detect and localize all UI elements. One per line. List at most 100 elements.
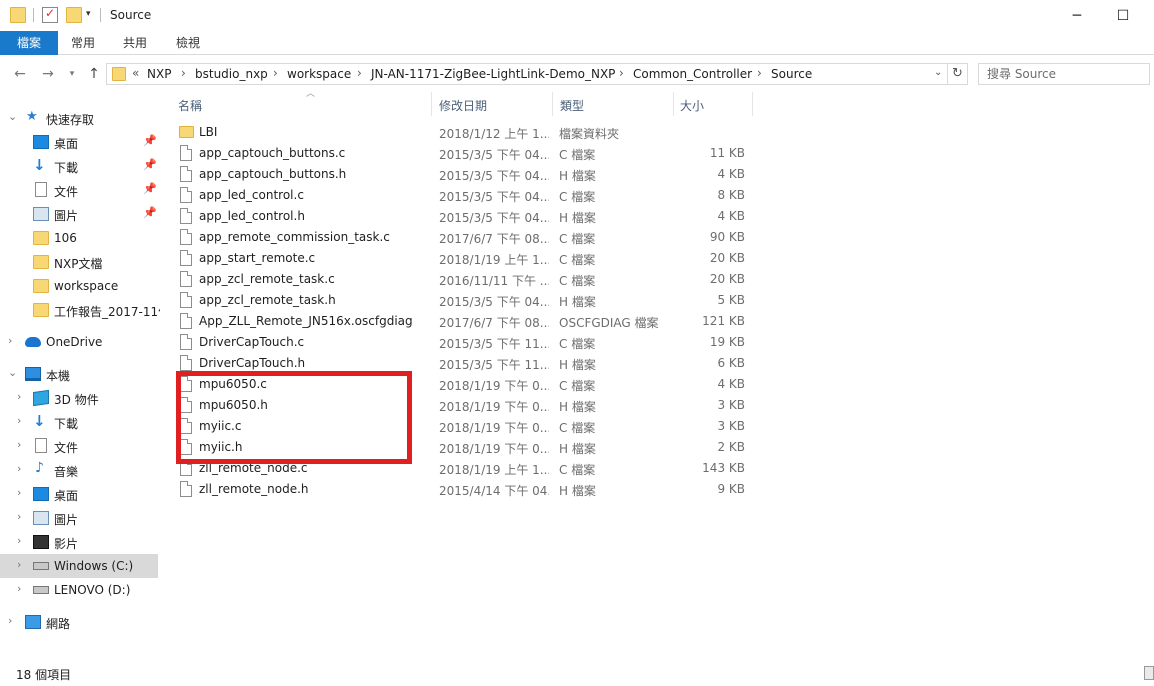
file-row[interactable]: LBI 2018/1/12 上午 1... 檔案資料夾 xyxy=(172,122,762,143)
file-row[interactable]: app_zcl_remote_task.c 2016/11/11 下午 ... C … xyxy=(172,269,762,290)
expand-chevron-icon[interactable]: › xyxy=(17,414,27,427)
sidebar-item-desktop[interactable]: 桌面 📌 xyxy=(0,130,158,154)
sidebar-item-this-pc[interactable]: ⌄ 本機 xyxy=(0,362,158,386)
breadcrumb-common-controller[interactable]: Common_Controller xyxy=(633,67,752,81)
file-date: 2018/1/19 上午 1... xyxy=(439,463,549,477)
search-box[interactable] xyxy=(978,63,1150,85)
computer-icon xyxy=(25,367,41,381)
address-dropdown-chevron-icon[interactable]: ⌄ xyxy=(934,67,942,78)
expand-chevron-icon[interactable]: › xyxy=(8,334,18,347)
sidebar-item-drive-d[interactable]: › LENOVO (D:) xyxy=(0,578,158,602)
file-size: 11 KB xyxy=(709,146,745,160)
file-row[interactable]: app_captouch_buttons.c 2015/3/5 下午 04... C… xyxy=(172,143,762,164)
file-row[interactable]: app_led_control.c 2015/3/5 下午 04... C 檔案 8 … xyxy=(172,185,762,206)
up-arrow-icon[interactable]: ↑ xyxy=(84,64,104,84)
file-row[interactable]: app_start_remote.c 2018/1/19 上午 1... C 檔案 2… xyxy=(172,248,762,269)
sidebar-item-workspace[interactable]: workspace xyxy=(0,274,158,298)
properties-icon[interactable]: ✓ xyxy=(42,6,58,23)
search-input[interactable] xyxy=(979,64,1149,84)
file-name: LBI xyxy=(199,125,218,139)
tab-home[interactable]: 常用 xyxy=(58,31,108,55)
expand-chevron-icon[interactable]: › xyxy=(17,582,27,595)
breadcrumb-demo[interactable]: JN-AN-1171-ZigBee-LightLink-Demo_NXP xyxy=(371,67,615,81)
sidebar-item-network[interactable]: › 網路 xyxy=(0,610,158,634)
breadcrumb-overflow[interactable]: « xyxy=(132,66,139,80)
breadcrumb-workspace[interactable]: workspace xyxy=(287,67,351,81)
sidebar-item-pc-pictures[interactable]: › 圖片 xyxy=(0,506,158,530)
sidebar-item-label: 圖片 xyxy=(54,513,79,527)
refresh-icon[interactable]: ↻ xyxy=(948,63,968,85)
file-date: 2015/3/5 下午 04... xyxy=(439,190,549,204)
sidebar-item-documents[interactable]: 文件 📌 xyxy=(0,178,158,202)
cloud-icon xyxy=(25,337,41,347)
expand-chevron-icon[interactable]: › xyxy=(8,614,18,627)
file-name: DriverCapTouch.c xyxy=(199,335,305,349)
expand-chevron-icon[interactable]: › xyxy=(17,534,27,547)
file-row[interactable]: App_ZLL_Remote_JN516x.oscfgdiag 2017/6/7 … xyxy=(172,311,762,332)
annotation-highlight-box xyxy=(176,371,412,464)
file-type: H 檔案 xyxy=(559,295,596,309)
tab-share[interactable]: 共用 xyxy=(110,31,160,55)
column-header-name[interactable]: ︿ 名稱 xyxy=(172,89,430,116)
sidebar-item-videos[interactable]: › 影片 xyxy=(0,530,158,554)
file-row[interactable]: app_remote_commission_task.c 2017/6/7 下午 … xyxy=(172,227,762,248)
sidebar-item-106[interactable]: 106 xyxy=(0,226,158,250)
details-view-icon[interactable] xyxy=(1144,666,1154,680)
expand-chevron-icon[interactable]: › xyxy=(17,462,27,475)
file-row[interactable]: DriverCapTouch.c 2015/3/5 下午 11... C 檔案 19 … xyxy=(172,332,762,353)
file-size: 4 KB xyxy=(717,167,745,181)
sidebar-item-quick-access[interactable]: ⌄ ★ 快速存取 xyxy=(0,106,158,130)
sidebar-item-pc-documents[interactable]: › 文件 xyxy=(0,434,158,458)
file-size: 6 KB xyxy=(717,356,745,370)
download-arrow-icon: ↓ xyxy=(33,156,46,174)
close-button[interactable] xyxy=(1146,0,1154,31)
sidebar-item-pictures[interactable]: 圖片 📌 xyxy=(0,202,158,226)
new-folder-icon[interactable] xyxy=(66,7,82,23)
expand-chevron-icon[interactable]: › xyxy=(17,486,27,499)
recent-locations-chevron-icon[interactable]: ▾ xyxy=(62,64,82,84)
file-date: 2015/3/5 下午 04... xyxy=(439,169,549,183)
sidebar-item-pc-desktop[interactable]: › 桌面 xyxy=(0,482,158,506)
column-header-size[interactable]: 大小 xyxy=(674,92,752,116)
tab-file[interactable]: 檔案 xyxy=(0,31,58,55)
file-icon xyxy=(180,229,192,245)
address-bar[interactable]: « NXP › bstudio_nxp › workspace › JN-AN-… xyxy=(106,63,948,85)
sidebar-item-onedrive[interactable]: › OneDrive xyxy=(0,330,158,354)
minimize-button[interactable]: ─ xyxy=(1054,0,1100,31)
sidebar-item-work-report[interactable]: 工作報告_2017-11份 xyxy=(0,298,160,322)
file-row[interactable]: app_led_control.h 2015/3/5 下午 04... H 檔案 4 … xyxy=(172,206,762,227)
breadcrumb-bstudio[interactable]: bstudio_nxp xyxy=(195,67,268,81)
file-type: C 檔案 xyxy=(559,421,596,435)
maximize-button[interactable]: ☐ xyxy=(1100,0,1146,31)
customize-toolbar-chevron-icon[interactable]: ▾ xyxy=(86,9,91,19)
breadcrumb-source[interactable]: Source xyxy=(771,67,812,81)
forward-arrow-icon[interactable]: → xyxy=(38,64,58,84)
column-divider[interactable] xyxy=(752,92,753,116)
expand-chevron-icon[interactable]: › xyxy=(17,438,27,451)
sidebar-item-nxp-docs[interactable]: NXP文檔 xyxy=(0,250,158,274)
file-row[interactable]: app_zcl_remote_task.h 2015/3/5 下午 04... H … xyxy=(172,290,762,311)
sidebar-item-drive-c[interactable]: › Windows (C:) xyxy=(0,554,158,578)
folder-icon xyxy=(10,7,26,23)
back-arrow-icon[interactable]: ← xyxy=(10,64,30,84)
sidebar-item-music[interactable]: › ♪ 音樂 xyxy=(0,458,158,482)
cube-3d-icon xyxy=(33,389,49,407)
file-size: 4 KB xyxy=(717,209,745,223)
file-date: 2015/3/5 下午 04... xyxy=(439,211,549,225)
expand-chevron-icon[interactable]: › xyxy=(17,390,27,403)
expand-chevron-icon[interactable]: › xyxy=(17,510,27,523)
tab-view[interactable]: 檢視 xyxy=(163,31,213,55)
expand-chevron-icon[interactable]: ⌄ xyxy=(8,110,18,123)
column-header-date[interactable]: 修改日期 xyxy=(432,92,552,116)
expand-chevron-icon[interactable]: › xyxy=(17,558,27,571)
sidebar-item-3d-objects[interactable]: › 3D 物件 xyxy=(0,386,158,410)
sidebar-item-downloads[interactable]: ↓ 下載 📌 xyxy=(0,154,158,178)
sort-up-chevron-icon: ︿ xyxy=(306,89,316,99)
sidebar-item-pc-downloads[interactable]: › ↓ 下載 xyxy=(0,410,158,434)
expand-chevron-icon[interactable]: ⌄ xyxy=(8,366,18,379)
column-header-type[interactable]: 類型 xyxy=(553,92,673,116)
breadcrumb-nxp[interactable]: NXP xyxy=(147,67,171,81)
file-row[interactable]: zll_remote_node.h 2015/4/14 下午 04... H 檔案 9… xyxy=(172,479,762,500)
file-row[interactable]: app_captouch_buttons.h 2015/3/5 下午 04... H… xyxy=(172,164,762,185)
file-type: C 檔案 xyxy=(559,337,596,351)
